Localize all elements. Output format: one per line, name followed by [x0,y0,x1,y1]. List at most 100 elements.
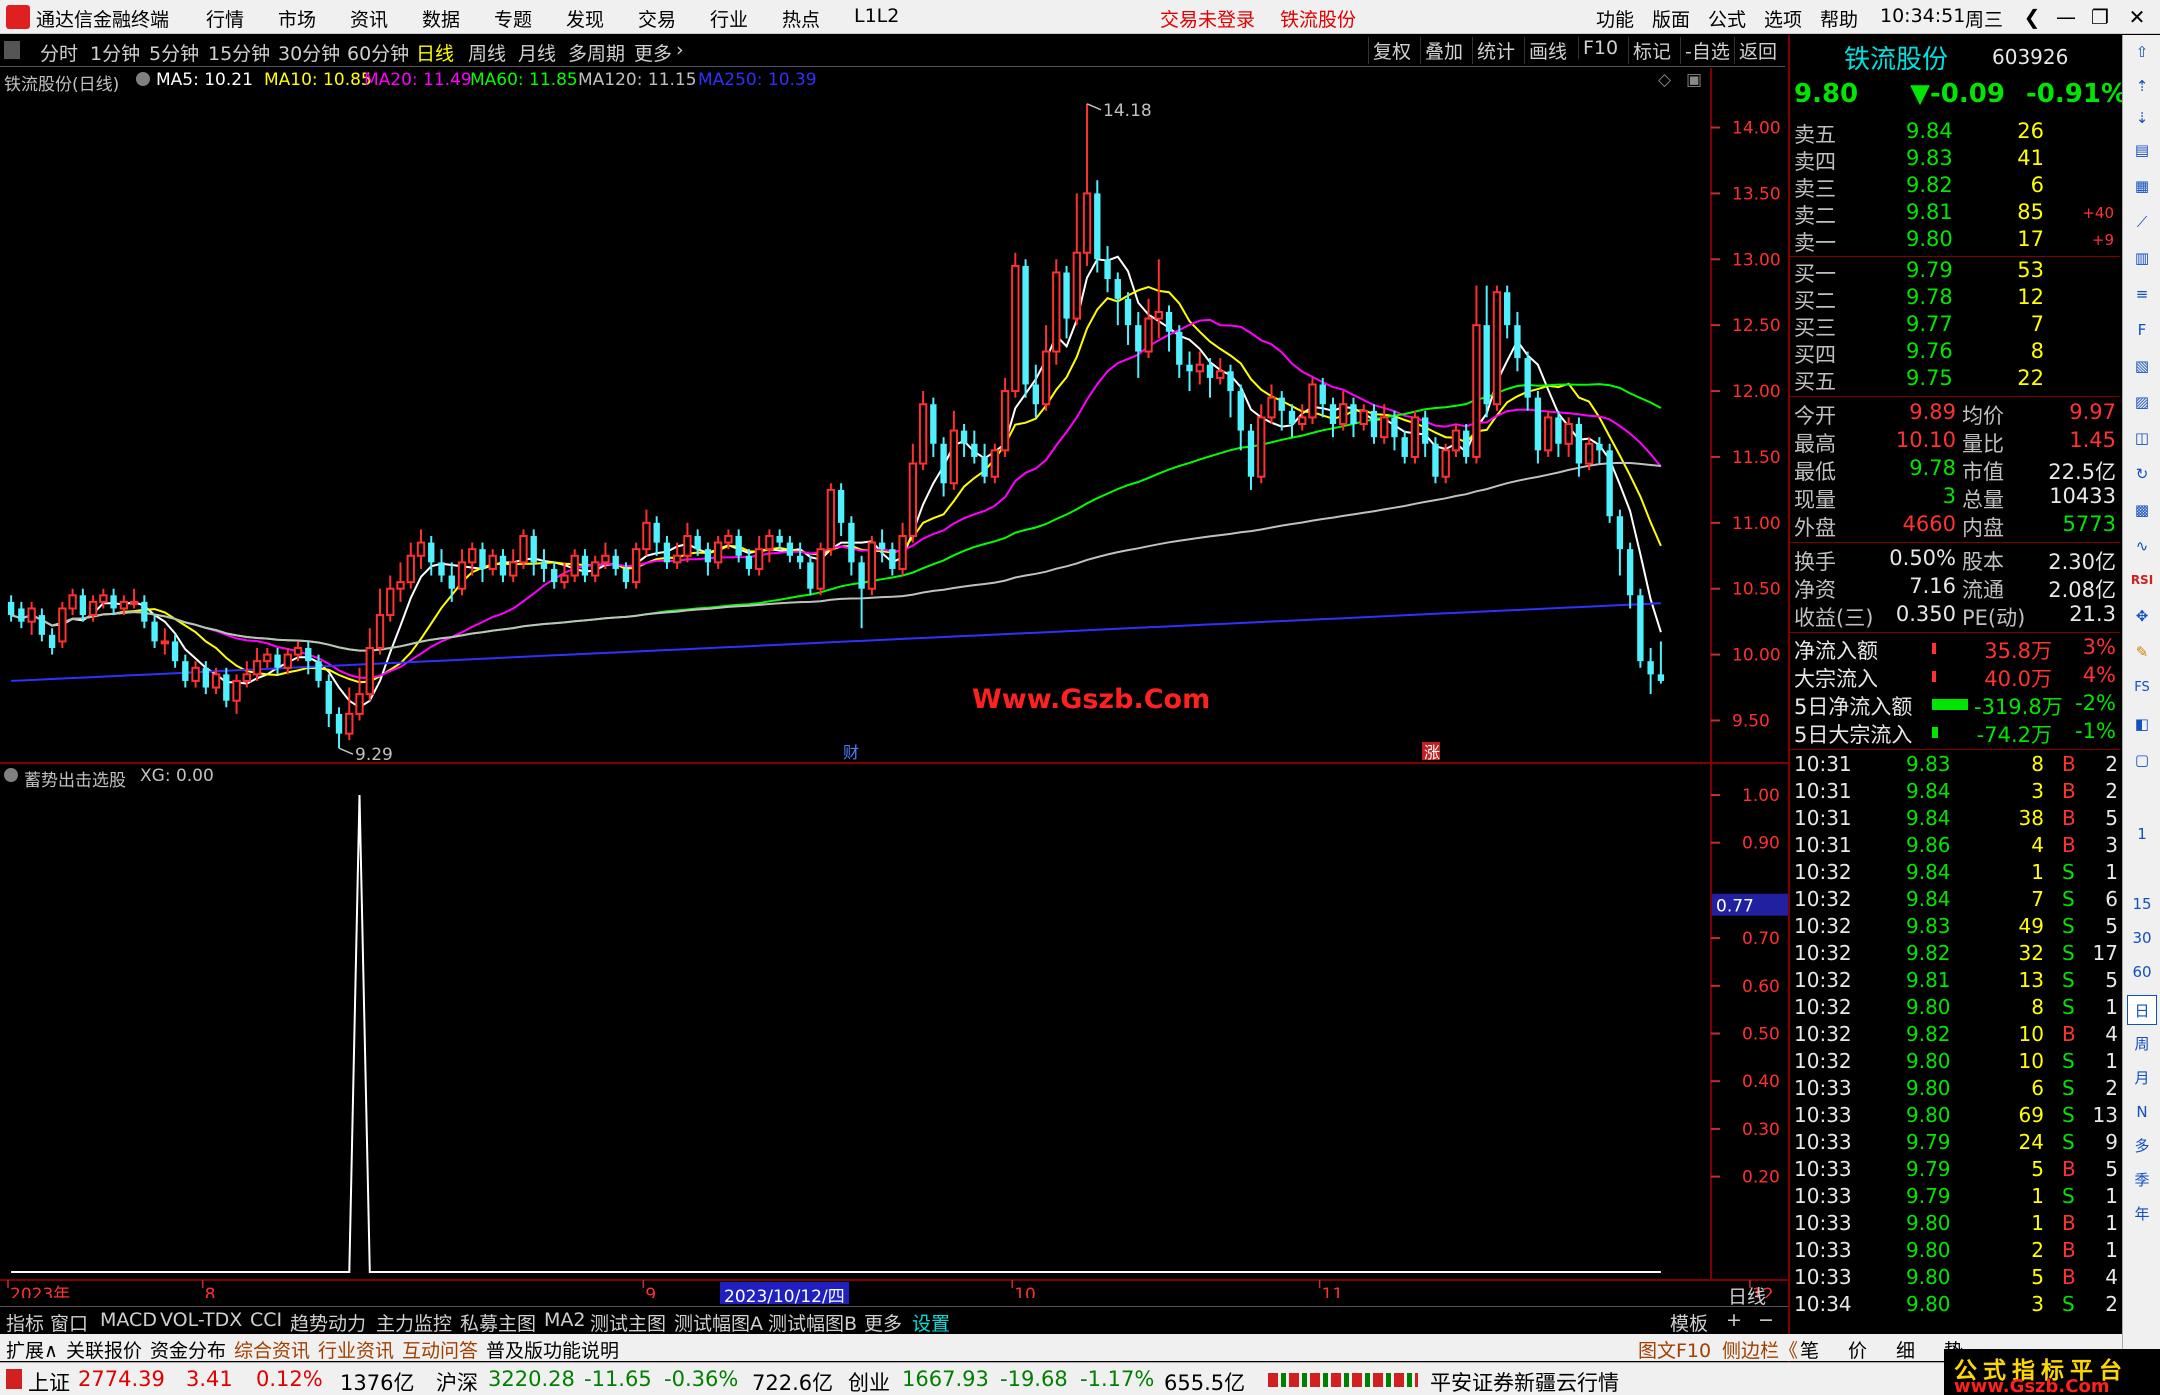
tab-jia[interactable]: 价 [1848,1336,1867,1363]
arrow-down-icon[interactable]: ⇣ [2127,103,2157,133]
tab-ma2[interactable]: MA2 [544,1309,585,1331]
rsi-icon[interactable]: RSI [2127,565,2157,595]
tool-huaxian[interactable]: 画线 [1524,37,1571,64]
legend-dropdown-icon[interactable] [136,72,150,86]
menu-jiaoyi[interactable]: 交易 [638,5,676,32]
period-1min[interactable]: 1分钟 [90,39,140,66]
diamond-icon[interactable]: ◇ [1658,70,1671,90]
tab-ceshi-a[interactable]: 测试幅图A [674,1309,763,1336]
tool-fanhui[interactable]: 返回 [1734,37,1781,64]
nav-up-icon[interactable]: ⇧ [2127,37,2157,67]
remove-indicator-button[interactable]: − [1758,1309,1774,1331]
period-weekly[interactable]: 周线 [468,39,506,66]
tab-news[interactable]: 综合资讯 [234,1336,310,1363]
kline-icon[interactable]: ▥ [2127,243,2157,273]
line-chart-icon[interactable]: ⟋ [2127,207,2157,237]
server-name[interactable]: 平安证券新疆云行情 [1430,1367,1619,1395]
tab-help[interactable]: 普及版功能说明 [486,1336,619,1363]
tool-tongji[interactable]: 统计 [1472,37,1519,64]
menu-zixun[interactable]: 资讯 [350,5,388,32]
period-multi[interactable]: 多周期 [568,39,625,66]
tab-chuangkou[interactable]: 窗口 [50,1309,88,1336]
tab-expand[interactable]: 扩展∧ [6,1336,58,1363]
index-hs-name[interactable]: 沪深 [436,1367,478,1395]
wave-icon[interactable]: ∿ [2127,531,2157,561]
tab-related[interactable]: 关联报价 [66,1336,142,1363]
add-indicator-button[interactable]: + [1726,1309,1742,1331]
tab-zhuli[interactable]: 主力监控 [376,1309,452,1336]
period-5min[interactable]: 5分钟 [149,39,199,66]
period-15-icon[interactable]: 15 [2127,889,2157,919]
doc-icon[interactable]: ▧ [2127,351,2157,381]
tool-zixuan[interactable]: -自选 [1680,37,1734,64]
panels-icon[interactable]: ◧ [2127,709,2157,739]
tab-macd[interactable]: MACD [100,1309,157,1331]
tool-f10[interactable]: F10 [1578,37,1622,59]
period-week-icon[interactable]: 周 [2127,1029,2157,1059]
box-icon[interactable]: ▢ [2127,745,2157,775]
chevron-right-icon[interactable]: › [676,39,684,61]
index-sh-name[interactable]: 上证 [28,1367,70,1395]
indicator-dropdown-icon[interactable] [4,768,18,782]
tab-vol-tdx[interactable]: VOL-TDX [160,1309,242,1331]
fs-icon[interactable]: FS [2127,673,2157,703]
menu-faxian[interactable]: 发现 [566,5,604,32]
tab-cci[interactable]: CCI [250,1309,282,1331]
tab-fund-dist[interactable]: 资金分布 [150,1336,226,1363]
tab-f10[interactable]: 图文F10 [1638,1336,1711,1363]
period-30min[interactable]: 30分钟 [278,39,340,66]
period-quarter-icon[interactable]: 季 [2127,1165,2157,1195]
tab-qa[interactable]: 互动问答 [402,1336,478,1363]
menu-hangye[interactable]: 行业 [710,5,748,32]
f2-icon[interactable]: ◫ [2127,423,2157,453]
period-60-icon[interactable]: 60 [2127,957,2157,987]
tab-qushi[interactable]: 趋势动力 [290,1309,366,1336]
period-more[interactable]: 更多 [634,39,672,66]
back-icon[interactable]: ❮ [2015,0,2049,34]
tab-ceshi-main[interactable]: 测试主图 [590,1309,666,1336]
menu-redian[interactable]: 热点 [782,5,820,32]
tool-biaoji[interactable]: 标记 [1628,37,1675,64]
tool-fuquan[interactable]: 复权 [1368,37,1415,64]
period-60min[interactable]: 60分钟 [347,39,409,66]
close-icon[interactable]: ✕ [2120,0,2154,34]
period-n-icon[interactable]: N [2127,1097,2157,1127]
bookmark-icon[interactable]: ▤ [2127,135,2157,165]
tab-xi[interactable]: 细 [1896,1336,1915,1363]
tab-industry-news[interactable]: 行业资讯 [318,1336,394,1363]
index-cy-name[interactable]: 创业 [848,1367,890,1395]
table-icon[interactable]: ▦ [2127,171,2157,201]
window-icon[interactable]: ▣ [1686,70,1702,90]
panel-toggle-icon[interactable] [4,41,20,59]
period-month-icon[interactable]: 月 [2127,1063,2157,1093]
tab-bi[interactable]: 笔 [1800,1336,1819,1363]
menu-gongshi[interactable]: 公式 [1708,5,1746,32]
menu-hangqing[interactable]: 行情 [206,5,244,32]
tab-simu[interactable]: 私募主图 [460,1309,536,1336]
period-fenshi[interactable]: 分时 [40,39,78,66]
tab-ceshi-b[interactable]: 测试幅图B [768,1309,857,1336]
period-year-icon[interactable]: 年 [2127,1199,2157,1229]
menu-xuanxiang[interactable]: 选项 [1764,5,1802,32]
minimize-icon[interactable]: — [2049,0,2083,34]
kline-chart[interactable]: 14.00 13.50 13.00 12.50 12.00 11.50 11.00 10.50… [0,68,1790,1298]
fin-icon[interactable]: F [2127,315,2157,345]
login-status[interactable]: 交易未登录 [1160,5,1255,32]
tab-settings[interactable]: 设置 [912,1309,950,1336]
period-1-icon[interactable]: 1 [2127,819,2157,849]
f10-icon[interactable]: ▨ [2127,387,2157,417]
template-button[interactable]: 模板 [1670,1309,1708,1336]
move-icon[interactable]: ✥ [2127,601,2157,631]
arrow-up-icon[interactable]: ⇡ [2127,71,2157,101]
menu-l1l2[interactable]: L1L2 [854,5,899,27]
period-multi-icon[interactable]: 多 [2127,1131,2157,1161]
tool-diejia[interactable]: 叠加 [1420,37,1467,64]
period-15min[interactable]: 15分钟 [208,39,270,66]
tab-more[interactable]: 更多 [864,1309,902,1336]
tab-zhibiao[interactable]: 指标 [6,1309,44,1336]
period-monthly[interactable]: 月线 [518,39,556,66]
menu-shuju[interactable]: 数据 [422,5,460,32]
menu-zhuanti[interactable]: 专题 [494,5,532,32]
period-daily[interactable]: 日线 [416,39,454,66]
pen-icon[interactable]: ✎ [2127,637,2157,667]
